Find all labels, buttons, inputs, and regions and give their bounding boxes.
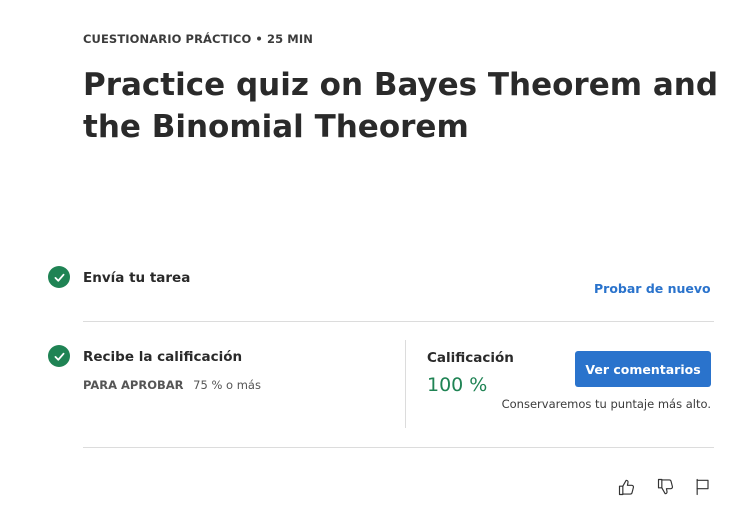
- pass-requirement: PARA APROBAR 75 % o más: [83, 378, 261, 392]
- divider: [83, 321, 714, 322]
- grade-value: 100 %: [427, 374, 488, 396]
- thumbs-up-icon[interactable]: [616, 476, 638, 498]
- grade-step-label: Recibe la calificación: [83, 349, 243, 365]
- grade-vertical-divider: [405, 340, 406, 428]
- grade-label: Calificación: [427, 350, 514, 366]
- grade-check-icon: [48, 345, 70, 367]
- view-feedback-button[interactable]: Ver comentarios: [575, 351, 711, 387]
- submit-step-label: Envía tu tarea: [83, 270, 191, 286]
- try-again-link[interactable]: Probar de nuevo: [594, 281, 711, 296]
- divider: [83, 447, 714, 448]
- pass-value: 75 % o más: [193, 378, 261, 392]
- flag-icon[interactable]: [692, 476, 714, 498]
- pass-label: PARA APROBAR: [83, 378, 184, 392]
- thumbs-down-icon[interactable]: [655, 476, 677, 498]
- highest-score-note: Conservaremos tu puntaje más alto.: [501, 397, 711, 411]
- quiz-kicker: CUESTIONARIO PRÁCTICO • 25 MIN: [83, 32, 313, 46]
- page-title: Practice quiz on Bayes Theorem and the B…: [83, 67, 719, 145]
- submit-check-icon: [48, 266, 70, 288]
